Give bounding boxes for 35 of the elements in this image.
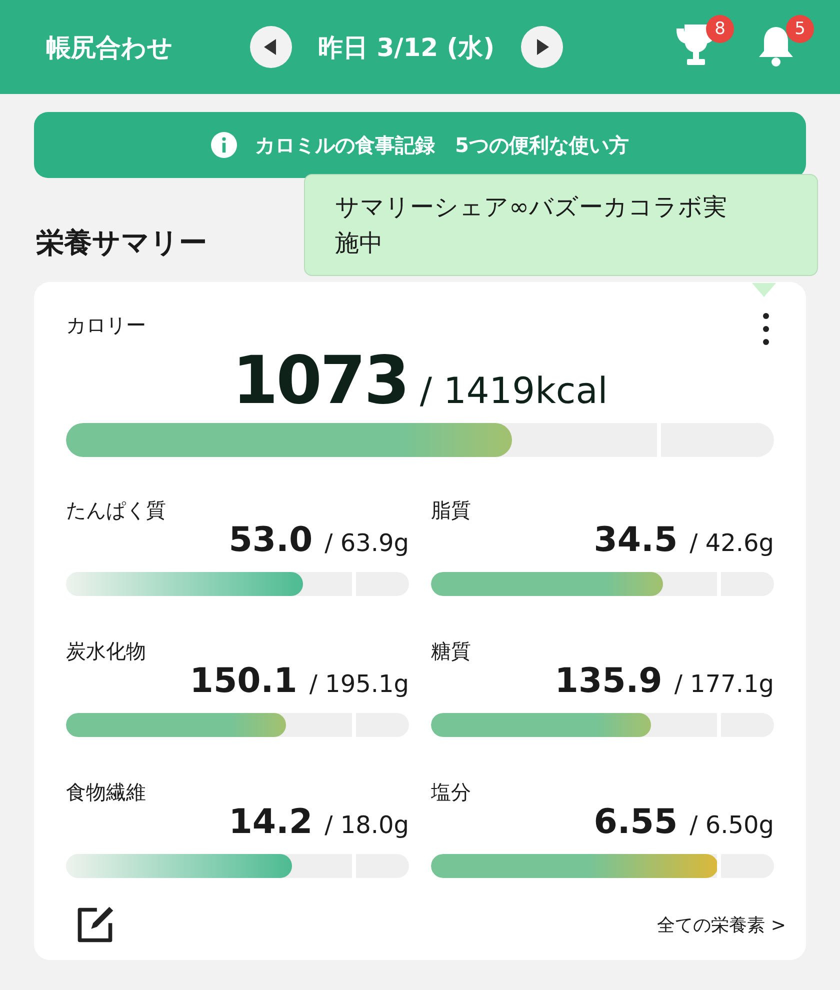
date-label: 昨日 3/12 (水) — [318, 32, 495, 64]
nutrient-target: / 63.9g — [324, 529, 409, 557]
more-options-icon[interactable] — [762, 312, 770, 346]
notification-badge: 8 — [706, 15, 734, 43]
all-nutrients-link[interactable]: 全ての栄養素 > — [657, 913, 786, 937]
nutrient-target: / 18.0g — [324, 811, 409, 839]
nutrient-label: 糖質 — [431, 638, 472, 665]
nutrient-target: / 177.1g — [674, 670, 774, 698]
tooltip-text: サマリーシェア∞バズーカコラボ実施中 — [335, 193, 727, 257]
nutrient-target: / 42.6g — [690, 529, 774, 557]
section-title: 栄養サマリー — [36, 225, 207, 261]
nutrient-label: たんぱく質 — [66, 497, 167, 524]
nutrient-value: 14.2 — [228, 802, 313, 842]
nutrient-target: / 6.50g — [690, 811, 774, 839]
notification-badge: 5 — [786, 15, 814, 43]
calorie-target: / 1419kcal — [420, 371, 608, 412]
nutrient-label: 食物繊維 — [66, 779, 147, 806]
nutrient-value: 135.9 — [554, 661, 662, 701]
nutrient-value: 6.55 — [594, 802, 678, 842]
nutrient-value: 150.1 — [190, 661, 298, 701]
nutrient-value: 53.0 — [228, 520, 313, 560]
header-title: 帳尻合わせ — [46, 32, 174, 64]
calorie-value: 1073 — [232, 342, 408, 419]
next-day-button[interactable] — [520, 26, 563, 68]
nutrient-label: 炭水化物 — [66, 638, 147, 665]
banner-text: カロミルの食事記録 5つの便利な使い方 — [255, 132, 629, 158]
nutrient-label: 脂質 — [431, 497, 472, 524]
bell-icon[interactable] — [756, 24, 796, 68]
calorie-label: カロリー — [66, 312, 146, 339]
nutrient-value: 34.5 — [594, 520, 678, 560]
nutrient-label: 塩分 — [431, 779, 472, 806]
nutrient-target: / 195.1g — [309, 670, 409, 698]
previous-day-button[interactable] — [250, 26, 292, 68]
info-icon — [211, 132, 238, 158]
tooltip-pointer — [752, 283, 776, 297]
